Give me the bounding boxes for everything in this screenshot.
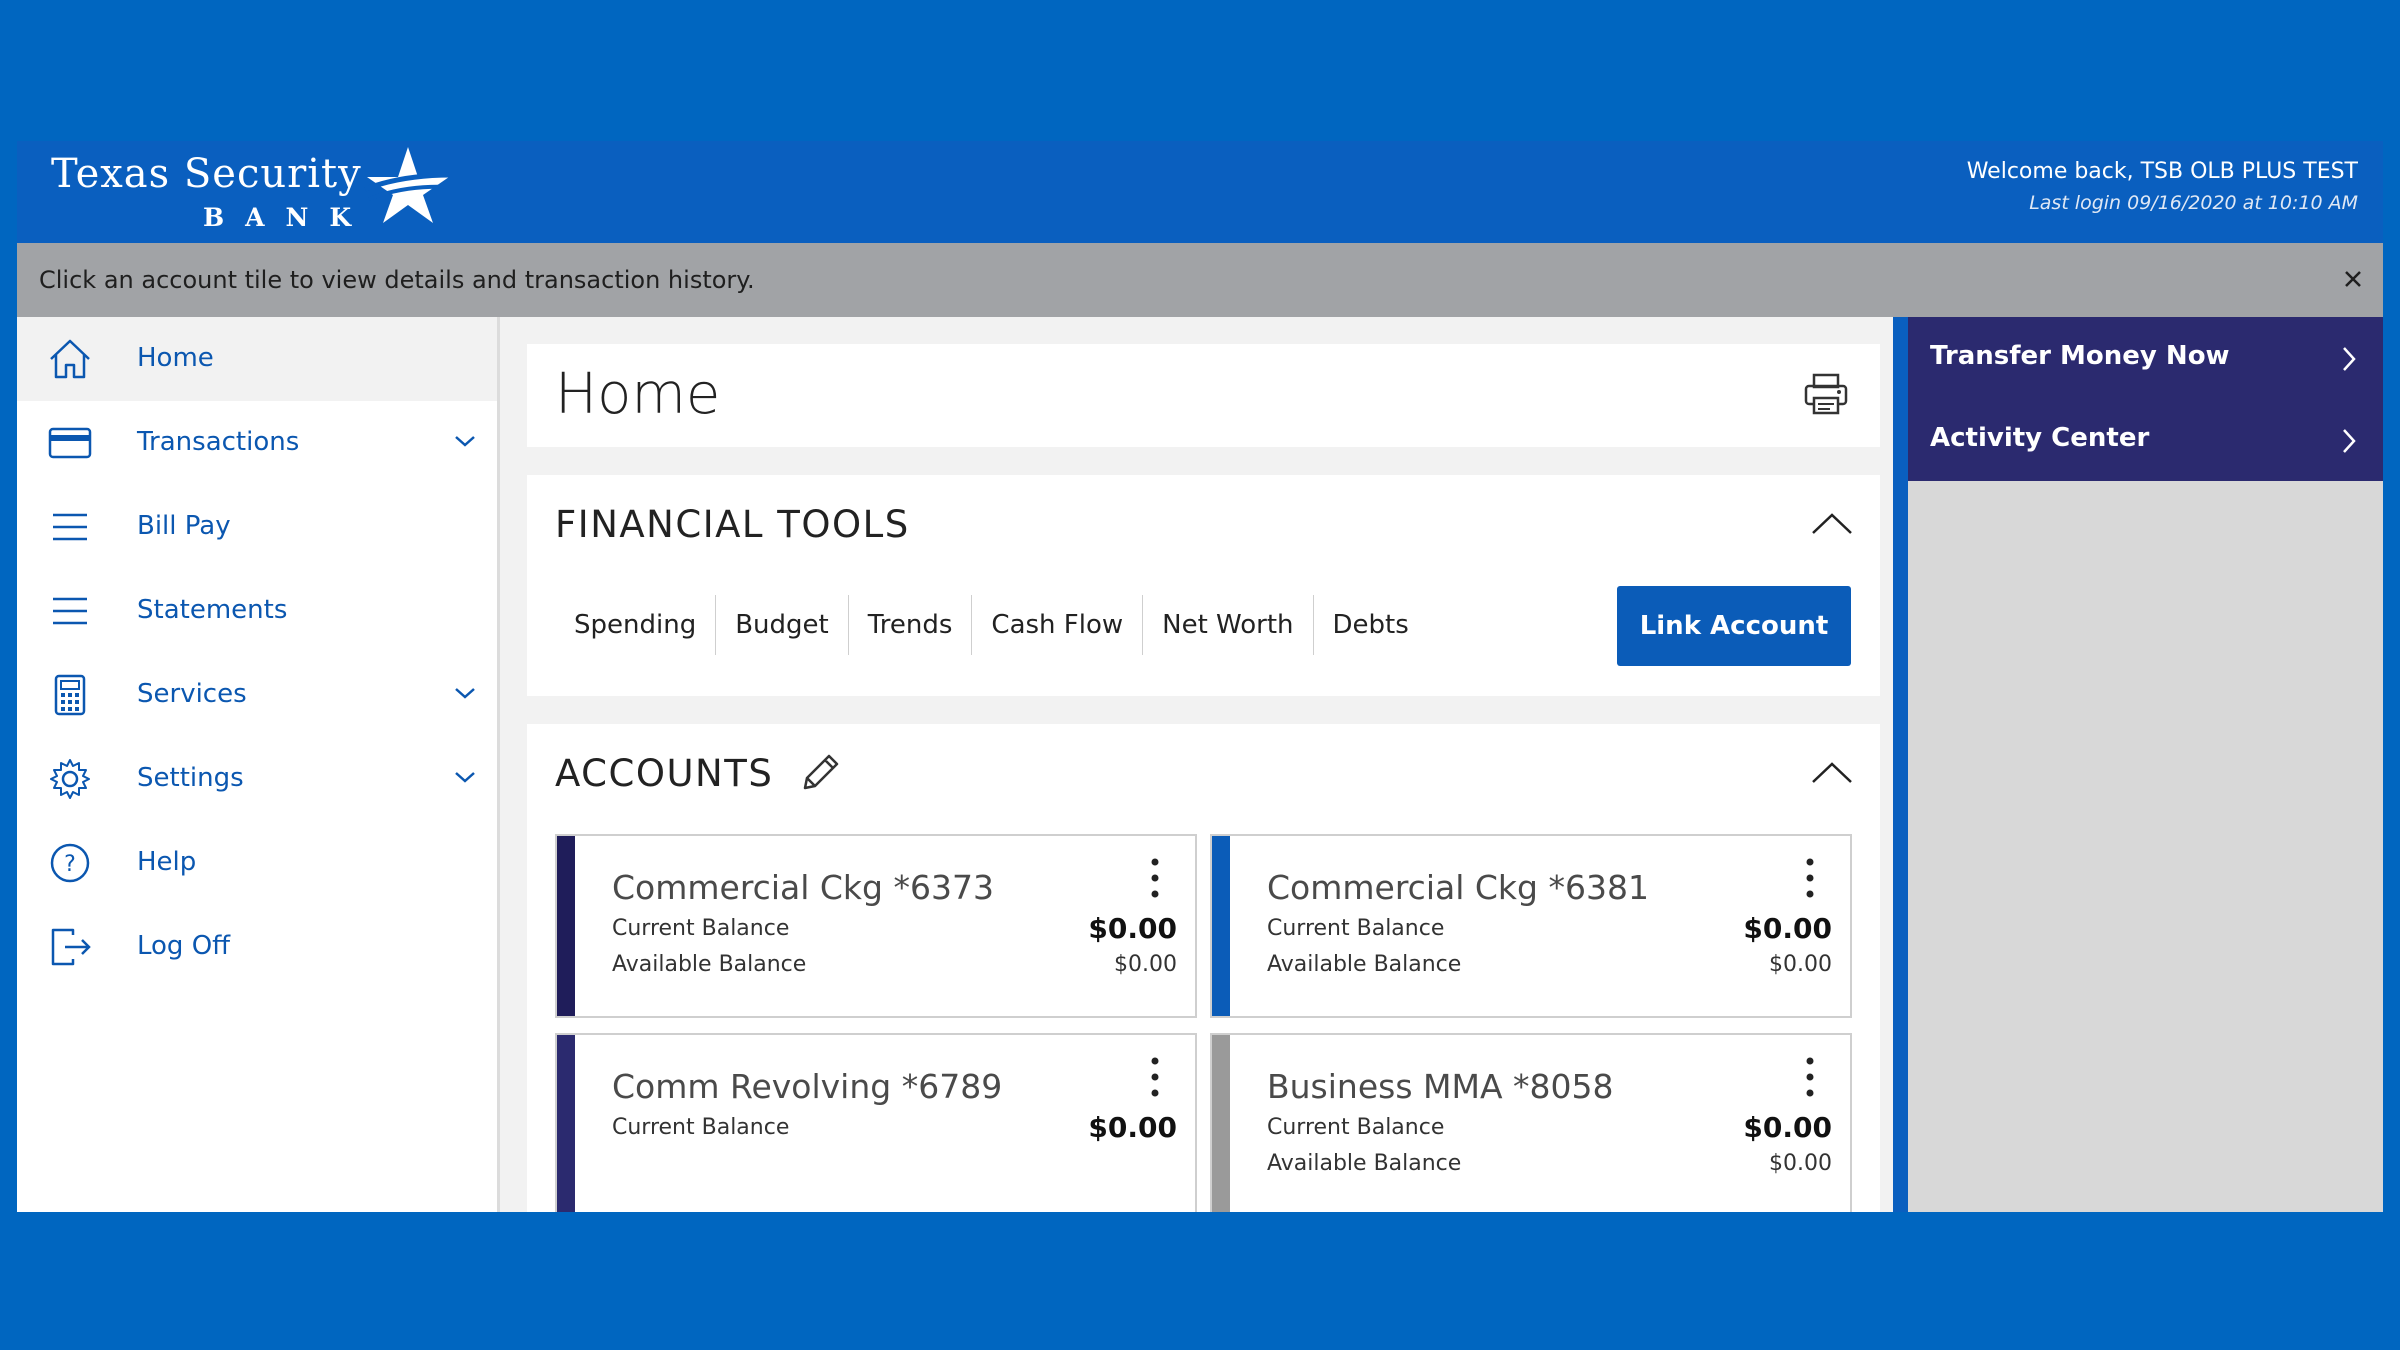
page-header-card: Home	[527, 344, 1880, 447]
logout-icon	[51, 928, 91, 966]
account-color-stripe	[1212, 1035, 1230, 1212]
app-window: Texas Security BANK Welcome back, TSB OL…	[17, 141, 2383, 1212]
accounts-card: ACCOUNTS Commercial Ckg *6373 Current Ba…	[527, 724, 1880, 1212]
info-banner: Click an account tile to view details an…	[17, 243, 2383, 317]
tab-budget[interactable]: Budget	[715, 595, 848, 655]
sidebar-item-services[interactable]: Services	[17, 653, 497, 737]
logo-line1: Texas Security	[51, 151, 362, 197]
svg-text:?: ?	[64, 852, 76, 877]
current-balance-value: $0.00	[1743, 912, 1832, 945]
sidebar-item-label: Statements	[137, 595, 288, 625]
tab-cash-flow[interactable]: Cash Flow	[971, 595, 1142, 655]
chevron-up-icon[interactable]	[1810, 760, 1854, 786]
sidebar-nav: Home Transactions Bill Pay Statements Se…	[17, 317, 500, 1212]
account-name: Commercial Ckg *6381	[1267, 868, 1649, 907]
account-tile[interactable]: Commercial Ckg *6381 Current Balance $0.…	[1210, 834, 1852, 1018]
bank-logo[interactable]: Texas Security BANK	[51, 145, 471, 235]
chevron-right-icon	[2343, 347, 2356, 371]
help-icon: ?	[50, 843, 90, 883]
sidebar-item-label: Help	[137, 847, 197, 877]
transfer-money-link[interactable]: Transfer Money Now	[1908, 317, 2383, 399]
link-account-button[interactable]: Link Account	[1617, 586, 1851, 666]
chevron-down-icon[interactable]	[453, 769, 477, 785]
menu-lines-icon	[53, 513, 87, 541]
more-options-icon[interactable]	[1147, 856, 1163, 900]
financial-tools-card: FINANCIAL TOOLS Spending Budget Trends C…	[527, 475, 1880, 696]
sidebar-item-label: Settings	[137, 763, 244, 793]
sidebar-item-log-off[interactable]: Log Off	[17, 905, 497, 989]
chevron-down-icon[interactable]	[453, 685, 477, 701]
accounts-title: ACCOUNTS	[555, 752, 774, 795]
financial-tools-tabs: Spending Budget Trends Cash Flow Net Wor…	[555, 595, 1428, 655]
available-balance-value: $0.00	[1114, 952, 1177, 977]
sidebar-item-bill-pay[interactable]: Bill Pay	[17, 485, 497, 569]
sidebar-item-help[interactable]: ? Help	[17, 821, 497, 905]
account-color-stripe	[557, 1035, 575, 1212]
account-name: Business MMA *8058	[1267, 1067, 1614, 1106]
current-balance-value: $0.00	[1743, 1111, 1832, 1144]
pencil-icon[interactable]	[797, 750, 843, 796]
quick-link-label: Activity Center	[1930, 423, 2150, 453]
current-balance-label: Current Balance	[612, 916, 790, 941]
chevron-down-icon[interactable]	[453, 433, 477, 449]
tab-spending[interactable]: Spending	[555, 595, 715, 655]
more-options-icon[interactable]	[1147, 1055, 1163, 1099]
current-balance-label: Current Balance	[612, 1115, 790, 1140]
header: Texas Security BANK Welcome back, TSB OL…	[17, 141, 2383, 243]
available-balance-label: Available Balance	[1267, 1151, 1462, 1176]
welcome-block: Welcome back, TSB OLB PLUS TEST Last log…	[1967, 159, 2358, 214]
current-balance-label: Current Balance	[1267, 1115, 1445, 1140]
current-balance-value: $0.00	[1088, 912, 1177, 945]
sidebar-item-transactions[interactable]: Transactions	[17, 401, 497, 485]
info-banner-text: Click an account tile to view details an…	[39, 266, 755, 294]
account-color-stripe	[557, 836, 575, 1016]
available-balance-value: $0.00	[1769, 952, 1832, 977]
tab-trends[interactable]: Trends	[847, 595, 972, 655]
credit-card-icon	[48, 427, 92, 459]
logo-line2: BANK	[203, 203, 373, 232]
welcome-text: Welcome back, TSB OLB PLUS TEST	[1966, 159, 2358, 184]
available-balance-label: Available Balance	[612, 952, 807, 977]
sidebar-item-home[interactable]: Home	[17, 317, 497, 401]
calculator-icon	[54, 674, 86, 716]
activity-center-link[interactable]: Activity Center	[1908, 399, 2383, 481]
home-icon	[50, 339, 90, 379]
available-balance-label: Available Balance	[1267, 952, 1462, 977]
account-tile[interactable]: Comm Revolving *6789 Current Balance $0.…	[555, 1033, 1197, 1212]
close-icon[interactable]	[2335, 261, 2371, 297]
last-login-text: Last login 09/16/2020 at 10:10 AM	[2029, 192, 2358, 214]
financial-tools-title: FINANCIAL TOOLS	[555, 503, 910, 546]
sidebar-item-label: Home	[137, 343, 214, 373]
account-color-stripe	[1212, 836, 1230, 1016]
sidebar-item-label: Log Off	[137, 931, 231, 961]
printer-icon[interactable]	[1802, 370, 1850, 418]
account-name: Commercial Ckg *6373	[612, 868, 994, 907]
sidebar-item-label: Bill Pay	[137, 511, 231, 541]
more-options-icon[interactable]	[1802, 1055, 1818, 1099]
account-tile[interactable]: Business MMA *8058 Current Balance $0.00…	[1210, 1033, 1852, 1212]
quick-link-label: Transfer Money Now	[1930, 341, 2230, 371]
more-options-icon[interactable]	[1802, 856, 1818, 900]
account-name: Comm Revolving *6789	[612, 1067, 1003, 1106]
page-title: Home	[555, 362, 721, 427]
menu-lines-icon	[53, 597, 87, 625]
tab-debts[interactable]: Debts	[1312, 595, 1428, 655]
chevron-up-icon[interactable]	[1810, 511, 1854, 537]
account-tile[interactable]: Commercial Ckg *6373 Current Balance $0.…	[555, 834, 1197, 1018]
current-balance-value: $0.00	[1088, 1111, 1177, 1144]
gear-icon	[50, 759, 90, 799]
quick-links-panel: Transfer Money Now Activity Center	[1908, 317, 2383, 1212]
current-balance-label: Current Balance	[1267, 916, 1445, 941]
tab-net-worth[interactable]: Net Worth	[1142, 595, 1312, 655]
star-logo-icon	[364, 147, 452, 223]
sidebar-item-settings[interactable]: Settings	[17, 737, 497, 821]
available-balance-value: $0.00	[1769, 1151, 1832, 1176]
sidebar-item-label: Transactions	[137, 427, 300, 457]
sidebar-item-statements[interactable]: Statements	[17, 569, 497, 653]
main-content: Home FINANCIAL TOOLS Spending Budget Tre…	[500, 317, 1893, 1212]
chevron-right-icon	[2343, 429, 2356, 453]
sidebar-item-label: Services	[137, 679, 247, 709]
